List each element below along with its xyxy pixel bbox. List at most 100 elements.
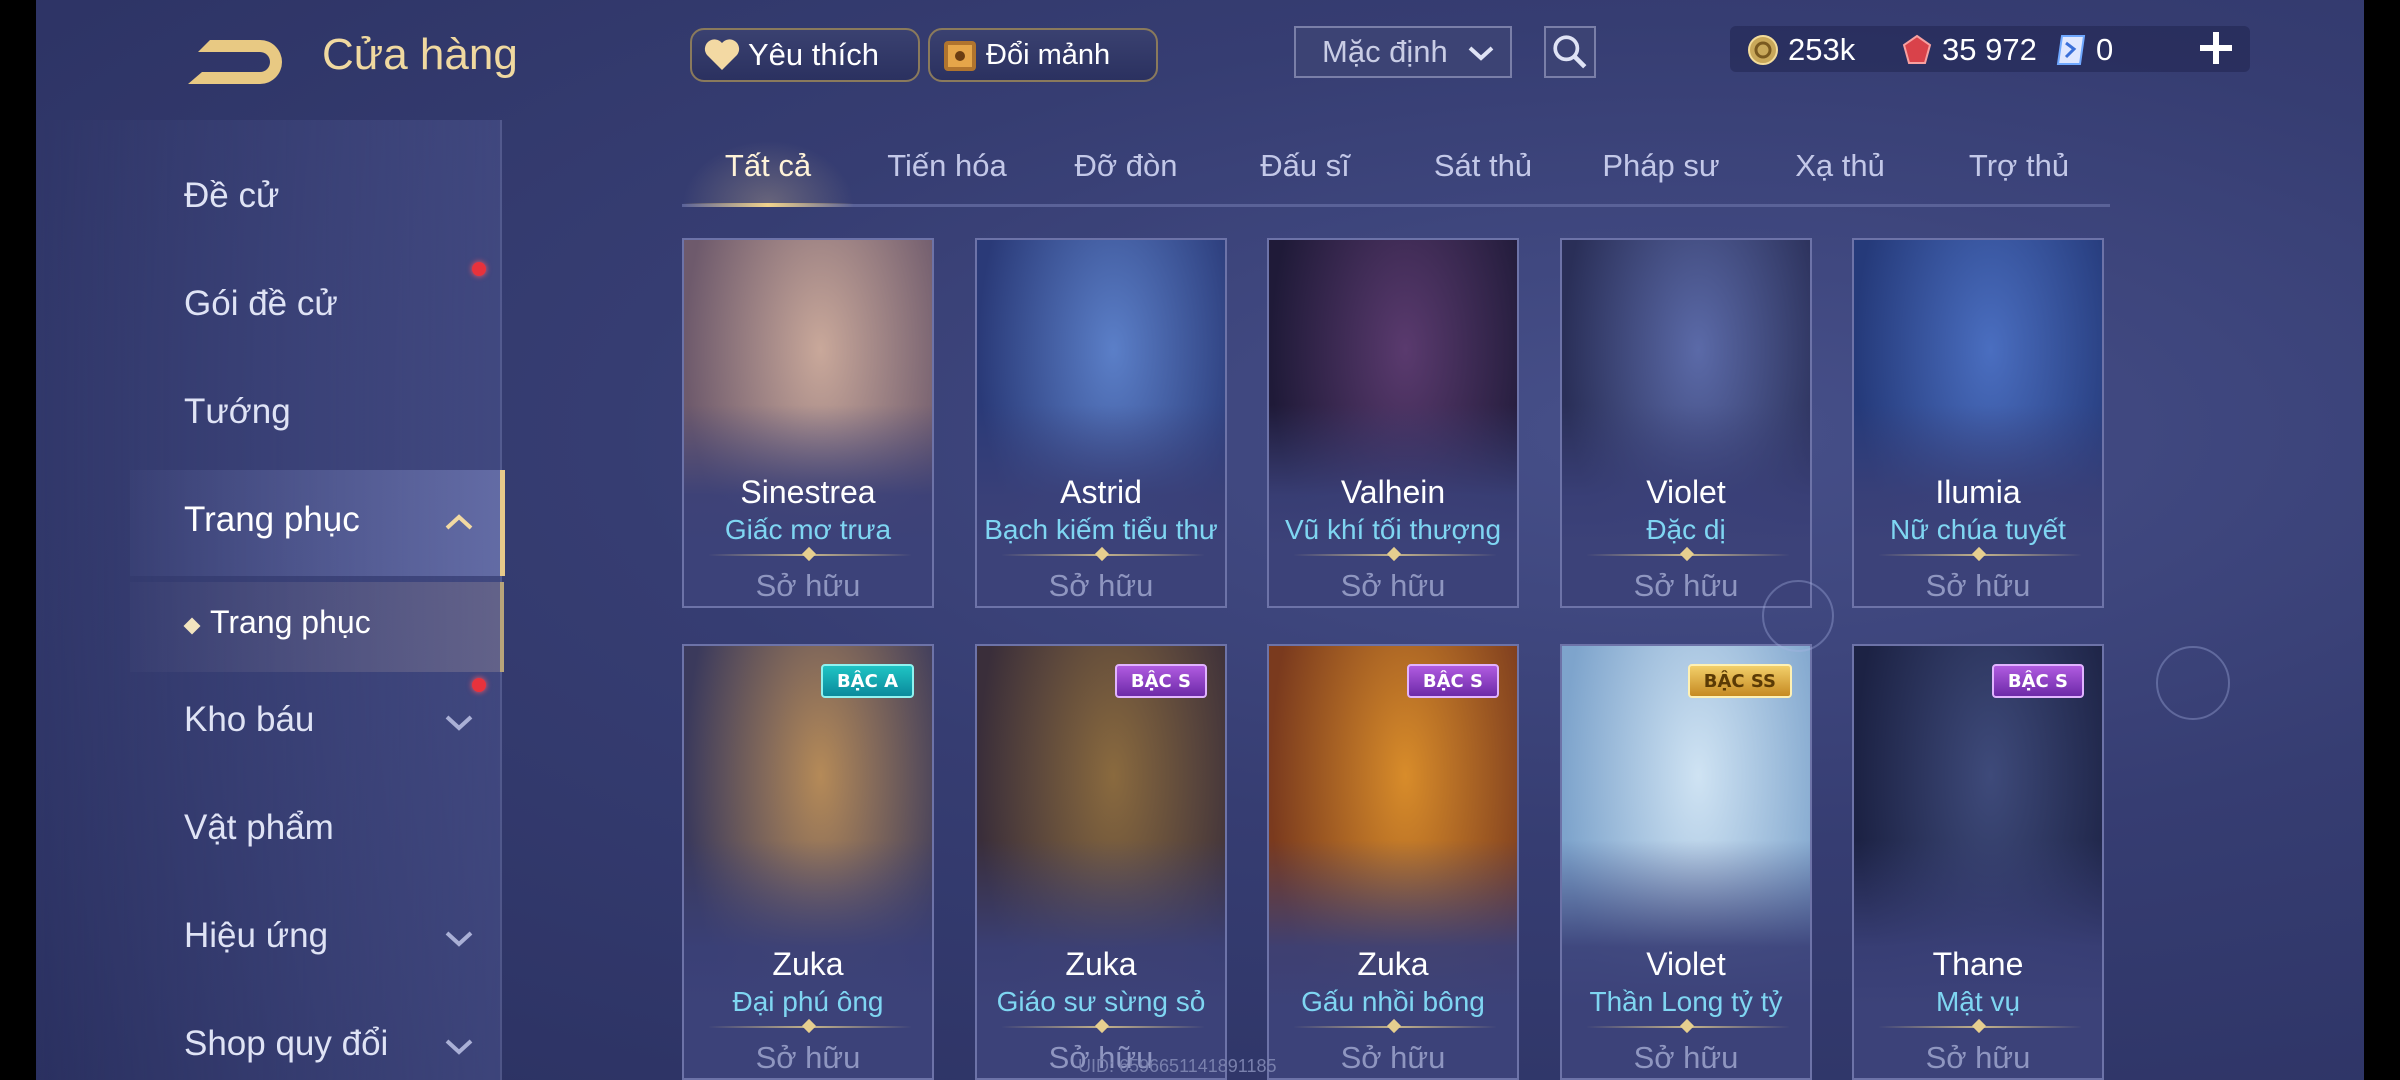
skin-name: Đại phú ông <box>732 986 884 1017</box>
hero-name: Zuka <box>772 946 844 982</box>
skin-card[interactable]: BẬC A Zuka Đại phú ông Sở hữu <box>682 644 934 1080</box>
favorites-label: Yêu thích <box>748 37 879 72</box>
hero-name: Sinestrea <box>740 474 876 510</box>
skin-card[interactable]: Violet Đặc dị Sở hữu <box>1560 238 1812 608</box>
sidebar-item-kho-bau[interactable]: Kho báu <box>184 700 314 740</box>
skin-card[interactable]: BẬC S Zuka Giáo sư sừng sỏ Sở hữu <box>975 644 1227 1080</box>
decorative-ring <box>2156 646 2230 720</box>
owned-status: Sở hữu <box>1925 568 2031 603</box>
search-icon[interactable] <box>1544 26 1596 78</box>
chevron-down-icon[interactable] <box>444 1036 474 1056</box>
skin-name: Giấc mơ trưa <box>724 514 892 545</box>
tab-tank[interactable]: Đỡ đòn <box>1074 148 1177 184</box>
tab-evolution[interactable]: Tiến hóa <box>887 148 1007 184</box>
skin-card[interactable]: BẬC S Thane Mật vụ Sở hữu <box>1852 644 2104 1080</box>
tab-mage[interactable]: Pháp sư <box>1602 148 1719 184</box>
owned-status: Sở hữu <box>1340 1040 1446 1075</box>
hero-name: Violet <box>1646 474 1726 510</box>
skin-name: Gấu nhồi bông <box>1301 986 1485 1017</box>
owned-status: Sở hữu <box>1925 1040 2031 1075</box>
notification-dot <box>472 262 486 276</box>
hero-name: Violet <box>1646 946 1726 982</box>
skin-card[interactable]: BẬC S Zuka Gấu nhồi bông Sở hữu <box>1267 644 1519 1080</box>
skin-name: Đặc dị <box>1646 514 1726 545</box>
ruby-gem-icon <box>1902 34 1932 64</box>
card-divider <box>708 546 912 562</box>
shard-exchange-label: Đổi mảnh <box>986 38 1111 71</box>
hero-name: Valhein <box>1340 474 1446 510</box>
skin-card[interactable]: Astrid Bạch kiếm tiểu thư Sở hữu <box>975 238 1227 608</box>
heart-icon <box>704 39 740 70</box>
skin-name: Giáo sư sừng sỏ <box>996 986 1206 1017</box>
owned-status: Sở hữu <box>1633 1040 1739 1075</box>
gem-amount: 35 972 <box>1942 32 2037 67</box>
decorative-ring <box>1762 580 1834 652</box>
screen-edge-right <box>2364 0 2400 1080</box>
sidebar-item-de-cu[interactable]: Đề cử <box>184 176 279 216</box>
chevron-up-icon[interactable] <box>444 512 474 532</box>
tier-badge: BẬC S <box>1991 664 2084 698</box>
skin-name: Bạch kiếm tiểu thư <box>984 514 1218 545</box>
tier-badge: BẬC A <box>820 664 914 698</box>
card-divider <box>1586 546 1790 562</box>
gem-currency: 35 972 <box>1900 22 2037 78</box>
sidebar-item-vat-pham[interactable]: Vật phẩm <box>184 808 334 848</box>
skin-card[interactable]: Sinestrea Giấc mơ trưa Sở hữu <box>682 238 934 608</box>
owned-status: Sở hữu <box>755 568 861 603</box>
back-arrow-icon[interactable] <box>180 30 290 90</box>
sidebar-item-goi-de-cu[interactable]: Gói đề cử <box>184 284 338 324</box>
add-currency-icon[interactable] <box>2196 28 2236 68</box>
tab-marksman[interactable]: Xạ thủ <box>1795 148 1885 184</box>
skin-card[interactable]: Ilumia Nữ chúa tuyết Sở hữu <box>1852 238 2104 608</box>
notification-dot <box>472 678 486 692</box>
owned-status: Sở hữu <box>1048 568 1154 603</box>
shard-exchange-button[interactable]: Đổi mảnh <box>928 28 1158 82</box>
tab-fighter[interactable]: Đấu sĩ <box>1260 148 1350 184</box>
voucher-currency: 0 <box>2054 22 2113 78</box>
page-title: Cửa hàng <box>322 30 518 79</box>
sidebar-subitem-trang-phuc[interactable]: Trang phục <box>210 604 371 641</box>
tab-support[interactable]: Trợ thủ <box>1969 148 2069 184</box>
favorites-button[interactable]: Yêu thích <box>690 28 920 82</box>
sidebar-item-shop-quy-doi[interactable]: Shop quy đổi <box>184 1024 388 1064</box>
skin-name: Nữ chúa tuyết <box>1890 514 2066 545</box>
card-divider <box>1293 1018 1497 1034</box>
voucher-amount: 0 <box>2096 32 2114 67</box>
hero-name: Astrid <box>1060 474 1142 510</box>
tier-badge: BẬC SS <box>1687 664 1792 698</box>
active-tab-underline <box>682 203 854 207</box>
tab-assassin[interactable]: Sát thủ <box>1434 148 1532 184</box>
sidebar-item-trang-phuc[interactable]: Trang phục <box>184 500 360 540</box>
card-divider <box>1878 1018 2082 1034</box>
sort-dropdown[interactable]: Mặc định <box>1294 26 1512 78</box>
skin-card[interactable]: BẬC SS Violet Thần Long tỷ tỷ Sở hữu <box>1560 644 1812 1080</box>
card-divider <box>708 1018 912 1034</box>
tier-badge: BẬC S <box>1114 664 1207 698</box>
chevron-down-icon[interactable] <box>444 928 474 948</box>
gold-currency: 253k <box>1746 22 1855 78</box>
voucher-icon <box>2056 35 2086 65</box>
skin-card[interactable]: Valhein Vũ khí tối thượng Sở hữu <box>1267 238 1519 608</box>
chevron-down-icon <box>1468 46 1494 61</box>
card-divider <box>1586 1018 1790 1034</box>
treasure-chest-icon <box>944 41 976 71</box>
owned-status: Sở hữu <box>755 1040 861 1075</box>
chevron-down-icon[interactable] <box>444 712 474 732</box>
gold-coin-icon <box>1748 35 1778 65</box>
player-uid: UID: 6596651141891185 <box>1078 1056 1277 1076</box>
card-divider <box>1293 546 1497 562</box>
sidebar-item-hieu-ung[interactable]: Hiệu ứng <box>184 916 328 956</box>
card-divider <box>1878 546 2082 562</box>
tier-badge: BẬC S <box>1406 664 1499 698</box>
skin-name: Vũ khí tối thượng <box>1284 514 1502 545</box>
hero-name: Zuka <box>1357 946 1429 982</box>
skin-name: Thần Long tỷ tỷ <box>1589 986 1783 1017</box>
gold-amount: 253k <box>1788 32 1856 67</box>
tab-all[interactable]: Tất cả <box>725 148 811 184</box>
hero-name: Thane <box>1932 946 2024 982</box>
card-divider <box>1001 1018 1205 1034</box>
owned-status: Sở hữu <box>1340 568 1446 603</box>
hero-name: Zuka <box>1065 946 1137 982</box>
sidebar-item-tuong[interactable]: Tướng <box>184 392 291 432</box>
card-divider <box>1001 546 1205 562</box>
